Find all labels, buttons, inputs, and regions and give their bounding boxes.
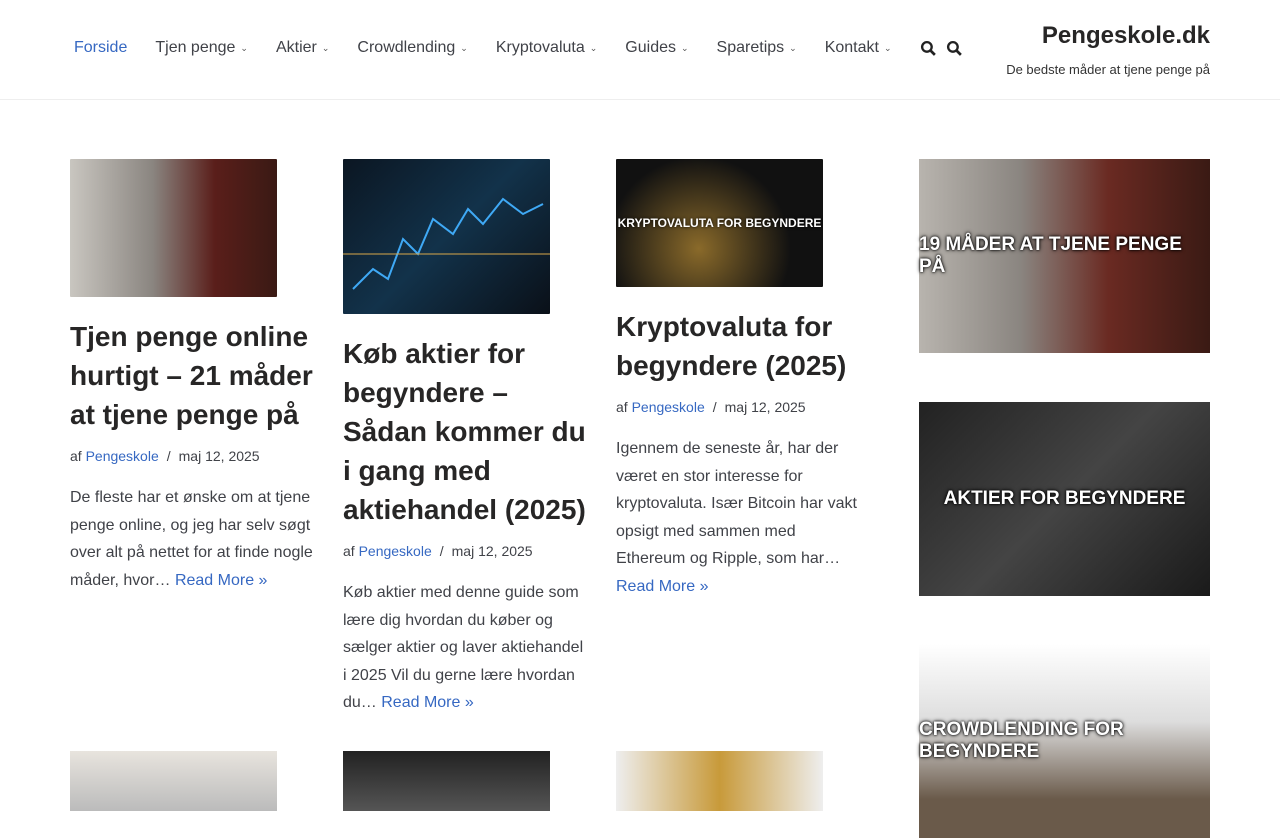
thumbnail-text: 19 MÅDER AT TJENE PENGE PÅ bbox=[919, 234, 1182, 277]
nav-label: Sparetips bbox=[716, 39, 785, 56]
nav-guides[interactable]: Guides ⌄ bbox=[625, 39, 688, 57]
nav-tjen-penge[interactable]: Tjen penge ⌄ bbox=[155, 39, 248, 57]
nav-crowdlending[interactable]: Crowdlending ⌄ bbox=[357, 39, 467, 57]
nav-aktier[interactable]: Aktier ⌄ bbox=[276, 39, 329, 57]
meta-by: af bbox=[70, 448, 82, 464]
post-thumbnail[interactable]: KRYPTOVALUTA FOR BEGYNDERE bbox=[616, 159, 823, 287]
site-header: Forside Tjen penge ⌄ Aktier ⌄ Crowdlending… bbox=[0, 0, 1280, 100]
post-title[interactable]: Kryptovaluta for begyndere (2025) bbox=[616, 307, 864, 385]
search-icon[interactable] bbox=[946, 40, 963, 57]
post-card: Tjen penge online hurtigt – 21 måder at … bbox=[70, 159, 318, 594]
post-thumbnail[interactable] bbox=[70, 751, 277, 811]
site-tagline: De bedste måder at tjene penge på bbox=[1006, 62, 1210, 77]
nav-kryptovaluta[interactable]: Kryptovaluta ⌄ bbox=[496, 39, 597, 57]
chevron-down-icon: ⌄ bbox=[681, 42, 689, 53]
nav-label: Crowdlending bbox=[357, 39, 456, 56]
post-card: KRYPTOVALUTA FOR BEGYNDERE Kryptovaluta … bbox=[616, 159, 864, 600]
post-card: Køb aktier for begyndere – Sådan kommer … bbox=[343, 159, 591, 717]
sidebar-post-image[interactable]: CROWDLENDING FOR BEGYNDERE bbox=[919, 644, 1210, 838]
author-link[interactable]: Pengeskole bbox=[86, 448, 159, 464]
thumbnail-text: CROWDLENDING FOR BEGYNDERE bbox=[919, 719, 1124, 762]
nav-label: Kontakt bbox=[824, 39, 879, 56]
post-excerpt: Køb aktier med denne guide som lære dig … bbox=[343, 579, 591, 717]
post-thumbnail[interactable] bbox=[343, 159, 550, 314]
post-meta: af Pengeskole / maj 12, 2025 bbox=[343, 543, 591, 559]
nav-label: Guides bbox=[625, 39, 676, 56]
nav-label: Kryptovaluta bbox=[495, 39, 585, 56]
author-link[interactable]: Pengeskole bbox=[359, 543, 432, 559]
nav-label: Tjen penge bbox=[155, 39, 236, 56]
post-title[interactable]: Tjen penge online hurtigt – 21 måder at … bbox=[70, 317, 318, 434]
meta-sep: / bbox=[439, 543, 444, 559]
stock-chart-image bbox=[343, 197, 550, 290]
post-meta: af Pengeskole / maj 12, 2025 bbox=[70, 448, 318, 464]
sidebar-post-image[interactable]: AKTIER FOR BEGYNDERE bbox=[919, 402, 1210, 596]
post-date: maj 12, 2025 bbox=[178, 448, 260, 464]
excerpt-text: Køb aktier med denne guide som lære dig … bbox=[343, 584, 584, 711]
chevron-down-icon: ⌄ bbox=[589, 42, 598, 53]
meta-sep: / bbox=[166, 448, 171, 464]
search-icon[interactable] bbox=[920, 40, 937, 57]
chevron-down-icon: ⌄ bbox=[883, 42, 892, 53]
sidebar-post-image[interactable]: 19 MÅDER AT TJENE PENGE PÅ bbox=[919, 159, 1210, 353]
post-excerpt: Igennem de seneste år, har der været en … bbox=[616, 435, 864, 600]
post-meta: af Pengeskole / maj 12, 2025 bbox=[616, 399, 864, 415]
nav-forside[interactable]: Forside bbox=[74, 39, 127, 57]
nav-label: Aktier bbox=[275, 39, 317, 56]
nav-label: Forside bbox=[74, 39, 128, 56]
post-excerpt: De fleste har et ønske om at tjene penge… bbox=[70, 484, 318, 594]
site-branding[interactable]: Pengeskole.dk De bedste måder at tjene p… bbox=[1006, 22, 1210, 77]
meta-by: af bbox=[616, 399, 628, 415]
post-date: maj 12, 2025 bbox=[451, 543, 533, 559]
excerpt-text: Igennem de seneste år, har der været en … bbox=[616, 440, 857, 567]
post-thumbnail[interactable] bbox=[343, 751, 550, 811]
nav-sparetips[interactable]: Sparetips ⌄ bbox=[717, 39, 797, 57]
post-thumbnail[interactable] bbox=[70, 159, 277, 297]
chevron-down-icon: ⌄ bbox=[789, 42, 797, 53]
chevron-down-icon: ⌄ bbox=[240, 42, 248, 53]
post-title[interactable]: Køb aktier for begyndere – Sådan kommer … bbox=[343, 334, 591, 529]
thumbnail-text: KRYPTOVALUTA FOR BEGYNDERE bbox=[617, 216, 822, 230]
read-more-link[interactable]: Read More » bbox=[175, 572, 268, 589]
read-more-link[interactable]: Read More » bbox=[381, 694, 474, 711]
author-link[interactable]: Pengeskole bbox=[632, 399, 705, 415]
meta-sep: / bbox=[712, 399, 717, 415]
thumbnail-text: AKTIER FOR BEGYNDERE bbox=[943, 488, 1186, 509]
meta-by: af bbox=[343, 543, 355, 559]
nav-kontakt[interactable]: Kontakt ⌄ bbox=[825, 39, 892, 57]
read-more-link[interactable]: Read More » bbox=[616, 578, 709, 595]
post-thumbnail[interactable] bbox=[616, 751, 823, 811]
site-title[interactable]: Pengeskole.dk bbox=[1006, 22, 1210, 50]
chevron-down-icon: ⌄ bbox=[460, 42, 468, 53]
post-date: maj 12, 2025 bbox=[724, 399, 806, 415]
main-nav: Forside Tjen penge ⌄ Aktier ⌄ Crowdlending… bbox=[74, 39, 972, 57]
chevron-down-icon: ⌄ bbox=[321, 42, 330, 53]
